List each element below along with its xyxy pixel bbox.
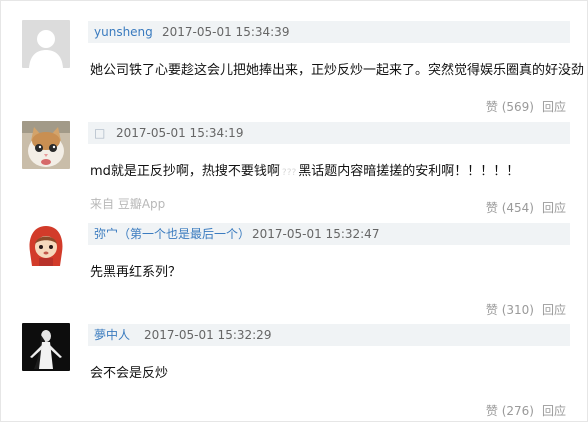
reply-button[interactable]: 回应 [542,404,566,418]
like-count: (276) [501,404,534,418]
comment-text-part: 黑话题内容暗搓搓的安利啊！！！！！ [298,164,520,179]
comment-text-part: md就是正反抄啊，热搜不要钱啊 [90,164,280,179]
like-label: 赞 [485,201,498,215]
like-button[interactable]: 赞 (569) [486,100,534,114]
like-button[interactable]: 赞 (310) [486,303,534,317]
reply-button[interactable]: 回应 [542,303,566,317]
comment-username[interactable]: 夢中人 [94,324,130,346]
comment-text: 会不会是反炒 [90,366,169,381]
comment-username[interactable]: 弥宀（第一个也是最后一个） [94,223,250,245]
comment-time: 2017-05-01 15:34:39 [162,25,290,39]
like-button[interactable]: 赞 (276) [486,404,534,418]
reply-button[interactable]: 回应 [542,201,566,215]
red-riding-hood-avatar-icon[interactable] [22,222,70,270]
comment-header: 夢中人 2017-05-01 15:32:29 [88,324,570,346]
comment-time: 2017-05-01 15:34:19 [116,126,244,140]
comment-time: 2017-05-01 15:32:47 [252,227,380,241]
comment-time: 2017-05-01 15:32:29 [144,328,272,342]
like-count: (454) [501,201,534,215]
comment-actions: 赞 (569) 回应 [486,98,566,115]
comment-text-faded: ??? [281,168,297,178]
like-button[interactable]: 赞 (454) [486,201,534,215]
cat-avatar-icon[interactable] [22,121,70,169]
like-count: (310) [501,303,534,317]
comment-text: 先黑再红系列？ [90,265,182,280]
like-count: (569) [501,100,534,114]
ghost-figure-avatar-icon[interactable] [22,323,70,371]
comment-source: 来自 豆瓣App [90,197,166,211]
reply-button[interactable]: 回应 [542,100,566,114]
like-label: 赞 [485,404,498,418]
like-label: 赞 [485,303,498,317]
like-label: 赞 [485,100,498,114]
comment-actions: 赞 (276) 回应 [486,402,566,419]
comment-username-placeholder[interactable]: □ [94,122,105,144]
comment-header: □ 2017-05-01 15:34:19 [88,122,570,144]
comment-actions: 赞 (310) 回应 [486,301,566,318]
comment-header: 弥宀（第一个也是最后一个） 2017-05-01 15:32:47 [88,223,570,245]
comment-text: md就是正反抄啊，热搜不要钱啊??? 黑话题内容暗搓搓的安利啊！！！！！ [90,160,519,179]
comment-header: yunsheng 2017-05-01 15:34:39 [88,21,570,43]
comment-actions: 赞 (454) 回应 [486,199,566,216]
comment-text: 她公司铁了心要趁这会儿把她捧出来，正炒反炒一起来了。突然觉得娱乐圈真的好没劲 [90,63,585,78]
comment-username[interactable]: yunsheng [94,21,153,43]
default-avatar-icon[interactable] [22,20,70,68]
